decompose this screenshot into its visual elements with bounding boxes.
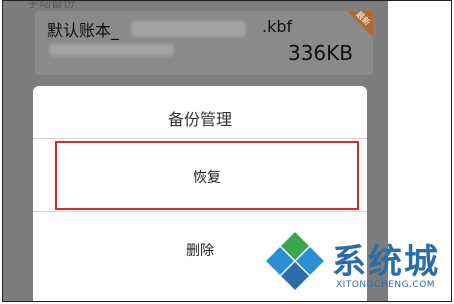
file-name-prefix: 默认账本_: [47, 21, 120, 40]
redacted-date-blur: [49, 44, 174, 56]
watermark: 系统城 XITONGCHENG.COM: [260, 228, 450, 300]
section-header: 手动备份: [27, 0, 76, 10]
watermark-url: XITONGCHENG.COM: [336, 280, 436, 290]
option-divider: [33, 211, 367, 212]
watermark-text: 系统城: [332, 242, 440, 282]
backup-file-size: 336KB: [287, 41, 353, 65]
redacted-name-blur: [131, 21, 246, 37]
watermark-logo-icon: [266, 232, 324, 290]
backup-file-item[interactable]: 默认账本_ .kbf 336KB 最新: [35, 11, 373, 75]
file-name-suffix: .kbf: [262, 17, 293, 36]
backup-file-name: 默认账本_ .kbf: [47, 17, 292, 41]
dialog-title: 备份管理: [167, 110, 232, 129]
restore-button[interactable]: 恢复: [55, 141, 359, 210]
restore-label: 恢复: [193, 170, 221, 186]
dialog-divider: [33, 138, 367, 139]
